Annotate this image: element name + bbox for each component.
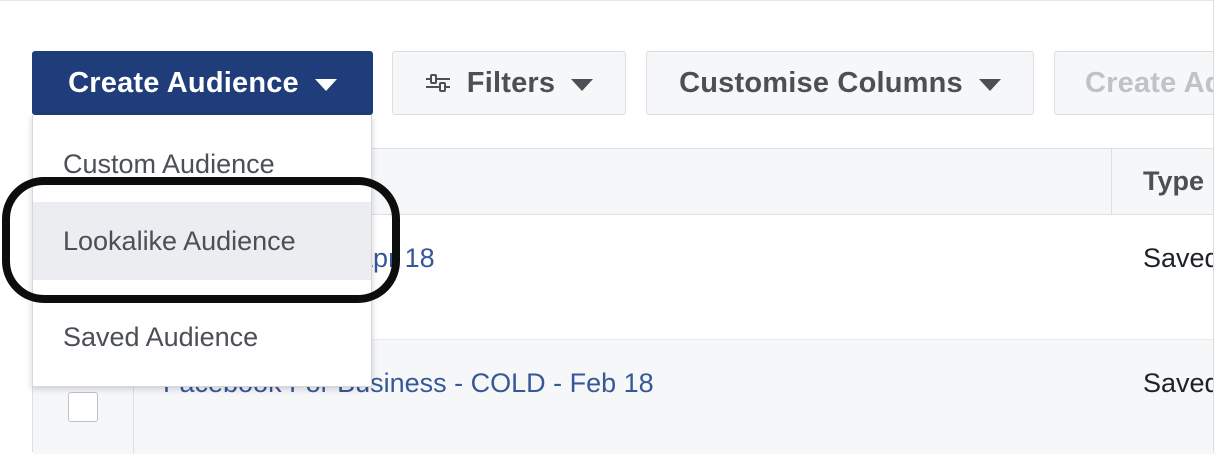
create-audience-button[interactable]: Create Audience — [32, 51, 373, 115]
row-checkbox[interactable] — [68, 392, 98, 422]
caret-down-icon — [314, 78, 337, 91]
menu-item-custom-audience[interactable]: Custom Audience — [33, 125, 371, 203]
column-divider — [1111, 149, 1112, 215]
create-ad-label: Create Ad — [1085, 66, 1223, 99]
caret-down-icon — [571, 78, 594, 91]
create-audience-dropdown: Custom Audience Lookalike Audience Saved… — [32, 115, 372, 387]
audience-type: Saved — [1143, 243, 1220, 273]
filters-button[interactable]: Filters — [392, 51, 626, 115]
menu-item-saved-audience[interactable]: Saved Audience — [33, 298, 371, 376]
filters-label: Filters — [466, 66, 556, 99]
customise-columns-button[interactable]: Customise Columns — [646, 51, 1034, 115]
menu-item-lookalike-audience[interactable]: Lookalike Audience — [33, 202, 371, 280]
create-ad-button[interactable]: Create Ad — [1054, 51, 1230, 115]
right-edge — [1213, 0, 1230, 452]
type-column-header[interactable]: Type — [1143, 166, 1204, 197]
caret-down-icon — [978, 78, 1001, 91]
create-audience-label: Create Audience — [68, 66, 299, 99]
filter-sliders-icon — [425, 73, 451, 93]
customise-columns-label: Customise Columns — [679, 66, 963, 99]
audience-type: Saved — [1143, 368, 1220, 398]
top-border — [0, 0, 1216, 1]
